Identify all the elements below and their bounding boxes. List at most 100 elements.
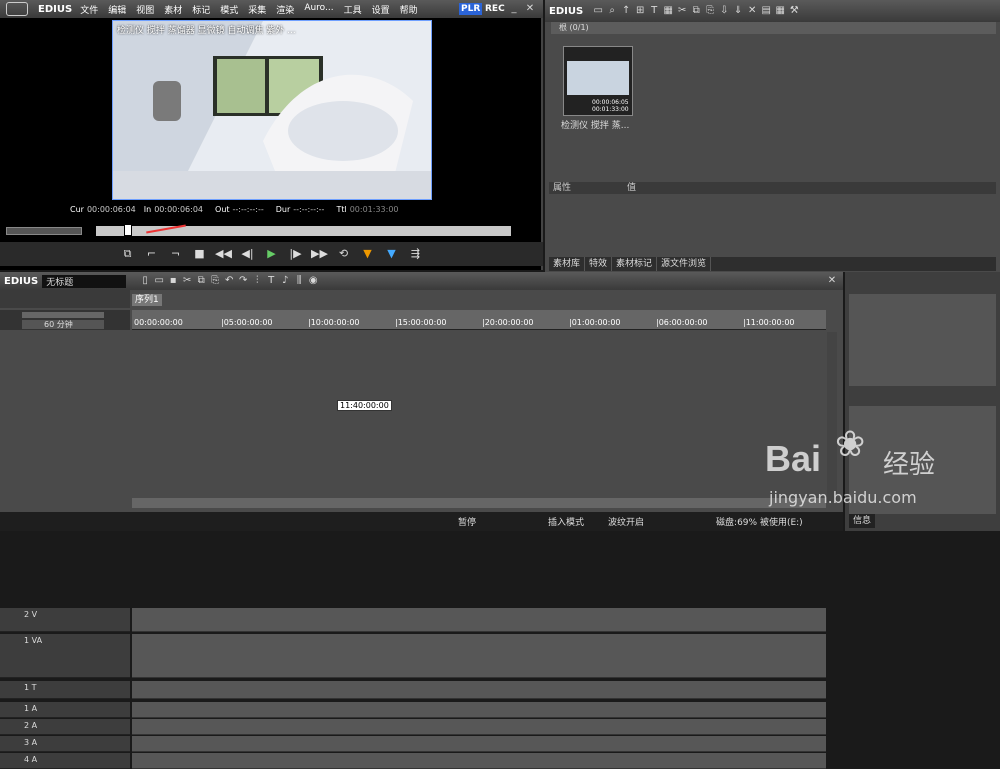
color-icon[interactable]: ◉ — [306, 274, 320, 288]
title-icon[interactable]: T — [647, 4, 661, 18]
plr-badge[interactable]: PLR — [459, 3, 483, 15]
loop-icon[interactable]: ⟲ — [334, 245, 354, 263]
rewind-icon[interactable]: ◀◀ — [214, 245, 234, 263]
set-out-icon[interactable]: ¬ — [166, 245, 186, 263]
h-scrollbar[interactable] — [132, 498, 826, 508]
info-preview — [849, 294, 996, 386]
shuttle-slider[interactable] — [6, 227, 82, 235]
copy-icon[interactable]: ⧉ — [689, 4, 703, 18]
menu-item-3[interactable]: 素材 — [164, 3, 182, 16]
stop-icon[interactable]: ■ — [190, 245, 210, 263]
track-header-6[interactable]: 4 A — [0, 753, 130, 769]
track-lane-1[interactable] — [132, 634, 826, 678]
track-lane-4[interactable] — [132, 719, 826, 735]
overwrite-icon[interactable]: ▼ — [382, 245, 402, 263]
track-header-0[interactable]: 2 V — [0, 608, 130, 632]
bin-tab-3[interactable]: 源文件浏览 — [657, 257, 712, 271]
track-lane-3[interactable] — [132, 702, 826, 718]
fast-forward-icon[interactable]: ▶▶ — [310, 245, 330, 263]
clip-tc-1: 00:00:06:05 — [592, 99, 629, 106]
step-forward-icon[interactable]: |▶ — [286, 245, 306, 263]
clip-thumbnail[interactable]: 00:00:06:05 00:01:33:00 — [563, 46, 633, 116]
bin-tab-1[interactable]: 特效 — [585, 257, 613, 271]
track-lane-5[interactable] — [132, 736, 826, 752]
bin-tab-0[interactable]: 素材库 — [549, 257, 586, 271]
add-clip-icon[interactable]: ⊞ — [633, 4, 647, 18]
track-header-4[interactable]: 2 A — [0, 719, 130, 735]
track-name: 3 A — [24, 738, 38, 747]
playhead-handle[interactable] — [124, 224, 132, 236]
bin-window: EDIUS ▭ ⌕ ↑ ⊞ T ▦ ✂ ⧉ ⎘ ⇩ ⇓ ✕ ▤ ▦ ⚒ 根 (0… — [545, 0, 1000, 272]
timeline-ruler[interactable]: 00:00:00:00 |05:00:00:00 |10:00:00:00 |15:0… — [132, 310, 826, 330]
track-lane-0[interactable] — [132, 608, 826, 632]
track-lane-2[interactable] — [132, 681, 826, 699]
zoom-slider[interactable] — [22, 312, 104, 318]
close-icon[interactable]: ✕ — [523, 2, 537, 16]
set-in-icon[interactable]: ⌐ — [142, 245, 162, 263]
track-name: 1 A — [24, 704, 38, 713]
title-icon[interactable]: T — [264, 274, 278, 288]
bin-tab-2[interactable]: 素材标记 — [612, 257, 658, 271]
rec-badge[interactable]: REC — [483, 3, 507, 15]
ruler-tick-5: |01:00:00:00 — [569, 318, 621, 327]
insert-timeline-icon[interactable]: ⇩ — [717, 4, 731, 18]
output-icon[interactable]: ⇶ — [406, 245, 426, 263]
menu-item-9[interactable]: 工具 — [344, 3, 362, 16]
scrub-area — [6, 224, 538, 238]
split-icon[interactable]: ⫶ — [250, 274, 264, 288]
color-bar-icon[interactable]: ▦ — [661, 4, 675, 18]
menu-item-4[interactable]: 标记 — [192, 3, 210, 16]
new-icon[interactable]: ▯ — [138, 274, 152, 288]
undo-icon[interactable]: ↶ — [222, 274, 236, 288]
track-lane-6[interactable] — [132, 753, 826, 769]
status-playback: 暂停 — [458, 518, 477, 528]
track-header-1[interactable]: 1 VA — [0, 634, 130, 678]
up-folder-icon[interactable]: ↑ — [619, 4, 633, 18]
menu-item-10[interactable]: 设置 — [372, 3, 390, 16]
menu-item-11[interactable]: 帮助 — [400, 3, 418, 16]
cut-icon[interactable]: ✂ — [675, 4, 689, 18]
match-frame-icon[interactable]: ⧉ — [118, 245, 138, 263]
ruler-tick-7: |11:00:00:00 — [743, 318, 795, 327]
tc-dur-label: Dur — [275, 204, 291, 214]
save-icon[interactable]: ▪ — [166, 274, 180, 288]
properties-icon[interactable]: ▤ — [759, 4, 773, 18]
delete-icon[interactable]: ✕ — [745, 4, 759, 18]
menu-item-6[interactable]: 采集 — [248, 3, 266, 16]
bin-title: EDIUS — [549, 5, 584, 17]
tool-icon[interactable]: ⚒ — [787, 4, 801, 18]
folder-icon[interactable]: ▭ — [591, 4, 605, 18]
menu-item-8[interactable]: Auro... — [304, 3, 333, 16]
paste-icon[interactable]: ⎘ — [703, 4, 717, 18]
menu-item-5[interactable]: 模式 — [220, 3, 238, 16]
overwrite-timeline-icon[interactable]: ⇓ — [731, 4, 745, 18]
copy-icon[interactable]: ⧉ — [194, 274, 208, 288]
bin-folder-header[interactable]: 根 (0/1) — [551, 22, 996, 34]
menu-item-1[interactable]: 编辑 — [108, 3, 126, 16]
close-icon[interactable]: ✕ — [825, 274, 839, 288]
tc-ttl-label: Ttl — [336, 204, 347, 214]
redo-icon[interactable]: ↷ — [236, 274, 250, 288]
menu-item-2[interactable]: 视图 — [136, 3, 154, 16]
mixer-icon[interactable]: ⫼ — [292, 274, 306, 288]
menu-items: 文件 编辑 视图 素材 标记 模式 采集 渲染 Auro... 工具 设置 帮助 — [80, 3, 427, 16]
tc-ttl: 00:01:33:00 — [349, 204, 399, 214]
play-icon[interactable]: ▶ — [262, 245, 282, 263]
menu-item-7[interactable]: 渲染 — [276, 3, 294, 16]
paw-icon: ❀ — [835, 424, 866, 465]
minimize-icon[interactable]: _ — [507, 2, 521, 16]
track-header-2[interactable]: 1 T — [0, 681, 130, 699]
track-header-5[interactable]: 3 A — [0, 736, 130, 752]
mic-icon[interactable]: ♪ — [278, 274, 292, 288]
open-icon[interactable]: ▭ — [152, 274, 166, 288]
zoom-value[interactable]: 60 分钟 — [22, 320, 104, 329]
sequence-tab[interactable]: 序列1 — [132, 294, 162, 306]
view-icon[interactable]: ▦ — [773, 4, 787, 18]
paste-icon[interactable]: ⎘ — [208, 274, 222, 288]
search-icon[interactable]: ⌕ — [605, 4, 619, 18]
track-header-3[interactable]: 1 A — [0, 702, 130, 718]
menu-item-0[interactable]: 文件 — [80, 3, 98, 16]
step-back-icon[interactable]: ◀| — [238, 245, 258, 263]
insert-icon[interactable]: ▼ — [358, 245, 378, 263]
cut-icon[interactable]: ✂ — [180, 274, 194, 288]
